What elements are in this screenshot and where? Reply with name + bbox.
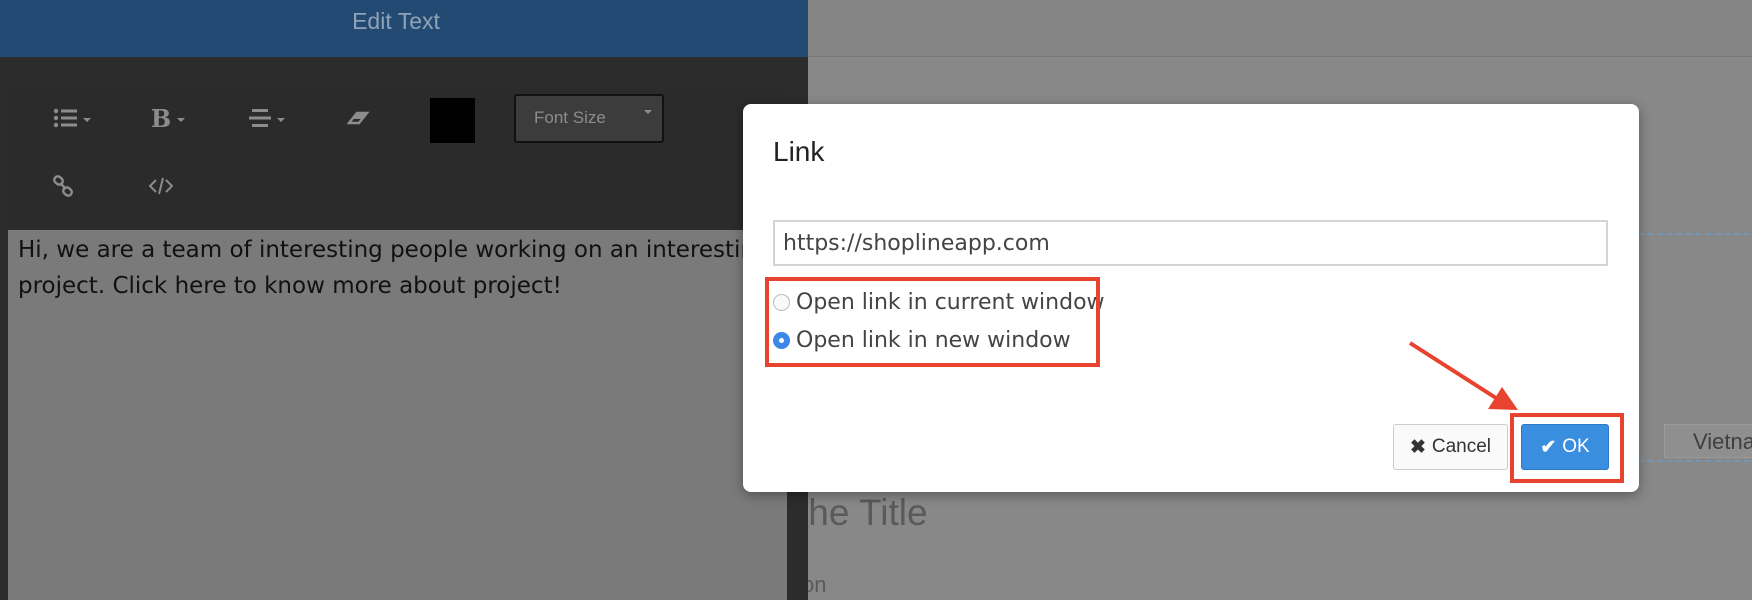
annotation-arrow-icon bbox=[1408, 341, 1518, 410]
